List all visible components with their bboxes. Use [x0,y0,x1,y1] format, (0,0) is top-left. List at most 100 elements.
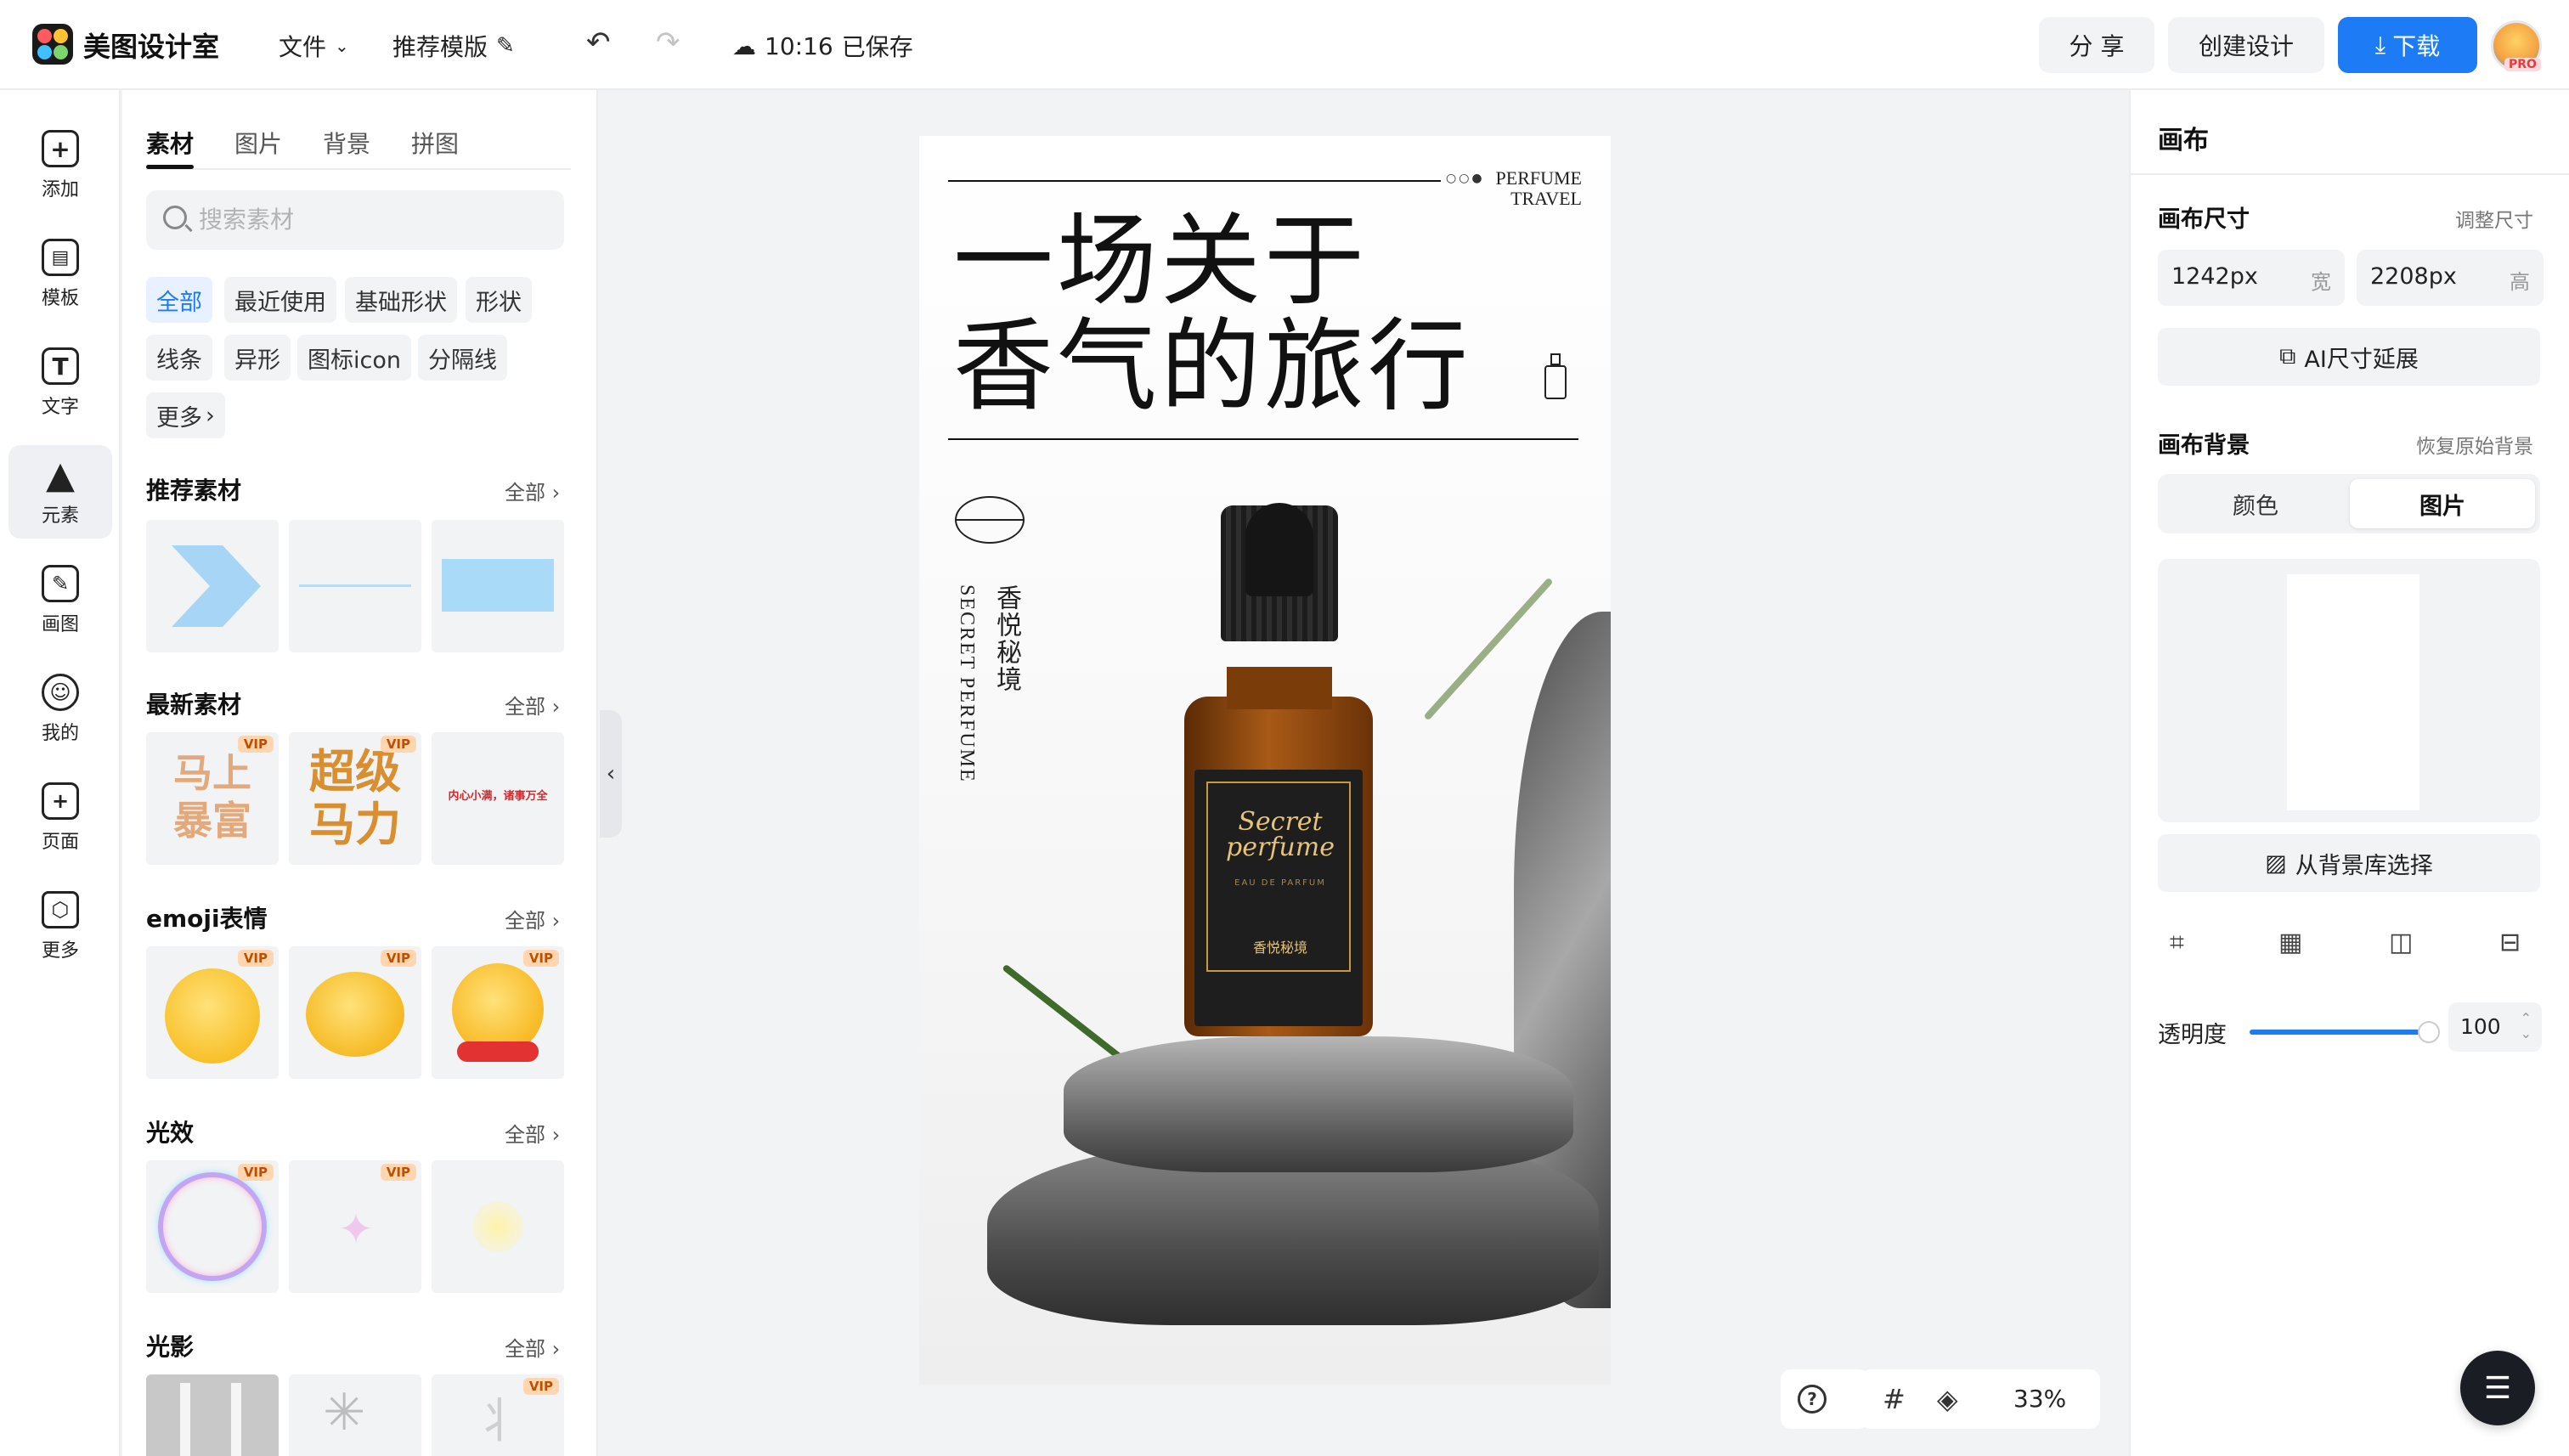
flip-horizontal-icon[interactable]: ◫ [2389,928,2413,957]
search-input[interactable] [199,202,539,236]
nav-item-elements[interactable]: ▲ 元素 [8,445,112,539]
section-all-link[interactable]: 全部 › [505,690,560,720]
collapse-panel-button[interactable]: ‹ [600,710,622,838]
bg-preview[interactable] [2158,559,2540,822]
edit-icon: ✎ [496,33,515,59]
width-field[interactable]: 1242px 宽 [2158,250,2345,306]
search-box[interactable] [146,190,564,250]
user-icon: ☺ [42,674,79,711]
download-button[interactable]: ⤓ 下载 [2338,17,2477,73]
material-thumb[interactable]: ⺦ VIP [432,1374,564,1456]
share-button[interactable]: 分 享 [2039,17,2154,73]
undo-icon[interactable]: ↶ [586,25,611,59]
chip-icon[interactable]: 图标icon [297,335,411,381]
properties-panel: 画布 画布尺寸 调整尺寸 1242px 宽 2208px 高 ⧉ AI尺寸延展 … [2129,90,2569,1456]
section-title-light-shadow: 光影 [146,1333,195,1361]
material-thumb[interactable] [146,1374,279,1456]
rectangle-shape-icon [442,559,554,612]
material-thumb[interactable]: ✳ [289,1374,421,1456]
material-thumb[interactable]: VIP [432,946,564,1079]
file-menu[interactable]: 文件 ⌄ [279,29,349,63]
grid-icon[interactable]: # [1883,1383,1906,1415]
material-thumb[interactable] [289,520,421,652]
nav-item-template[interactable]: ▤ 模板 [8,228,112,321]
material-thumb[interactable]: 内心小满，诸事万全 [432,732,564,865]
app-logo-icon[interactable] [32,24,73,65]
zoom-level[interactable]: 33% [2013,1385,2066,1413]
section-all-link[interactable]: 全部 › [505,904,560,934]
tab-image[interactable]: 图片 [234,126,282,160]
material-thumb[interactable]: ✦ VIP [289,1160,421,1293]
height-field[interactable]: 2208px 高 [2357,250,2544,306]
section-title-recommended: 推荐素材 [146,477,242,505]
help-icon[interactable]: ? [1798,1385,1827,1414]
seg-image[interactable]: 图片 [2350,479,2535,528]
nav-label: 更多 [41,940,79,962]
dropper-bulb [1245,503,1313,596]
panel-tabs: 素材 图片 背景 拼图 [146,116,571,170]
section-all-link[interactable]: 全部 › [505,1332,560,1362]
layers-icon[interactable]: ◈ [1937,1383,1958,1415]
section-all-link[interactable]: 全部 › [505,1118,560,1148]
crop-icon[interactable]: ⌗ [2170,928,2184,957]
vip-badge: VIP [237,950,274,967]
recommend-template-button[interactable]: 推荐模版 ✎ [392,29,515,63]
material-thumb[interactable]: VIP [289,946,421,1079]
tab-material[interactable]: 素材 [146,126,194,160]
chevron-left-icon: ‹ [606,761,616,787]
window-shadow-icon [231,1383,241,1456]
flip-vertical-icon[interactable]: ⊟ [2499,928,2521,957]
opacity-slider-handle[interactable] [2418,1021,2440,1043]
redo-icon[interactable]: ↷ [656,25,680,59]
section-all-link[interactable]: 全部 › [505,476,560,505]
nav-item-more[interactable]: ⬡ 更多 [8,880,112,973]
chip-basic-shape[interactable]: 基础形状 [345,277,457,323]
nav-item-add[interactable]: + 添加 [8,119,112,212]
width-value: 1242px [2171,263,2258,290]
nav-item-page[interactable]: + 页面 [8,771,112,865]
chip-all[interactable]: 全部 [146,277,212,323]
ring-light-icon [158,1172,267,1281]
opacity-input[interactable]: 100 ⌃ ⌄ [2448,1002,2542,1052]
material-thumb[interactable] [432,520,564,652]
emoji-hat-icon [165,968,260,1064]
nav-item-mine[interactable]: ☺ 我的 [8,663,112,756]
bg-library-button[interactable]: ▨ 从背景库选择 [2158,834,2540,892]
chip-line[interactable]: 线条 [146,335,212,381]
bg-type-segment: 颜色 图片 [2158,474,2540,533]
nav-item-text[interactable]: T 文字 [8,336,112,430]
download-icon: ⤓ [2374,31,2386,59]
nav-item-draw[interactable]: ✎ 画图 [8,554,112,647]
tab-collage[interactable]: 拼图 [411,126,459,160]
material-thumb[interactable]: VIP [146,946,279,1079]
material-thumb[interactable] [432,1160,564,1293]
all-label: 全部 [505,695,545,719]
resize-link[interactable]: 调整尺寸 [2455,204,2533,233]
create-design-button[interactable]: 创建设计 [2168,17,2324,73]
tab-background[interactable]: 背景 [323,126,370,160]
restore-bg-link[interactable]: 恢复原始背景 [2416,430,2533,459]
material-thumb[interactable] [146,520,279,652]
assistant-fab[interactable]: ☰ [2460,1351,2535,1425]
stepper-icon[interactable]: ⌃ ⌄ [2521,1011,2532,1041]
chip-divider[interactable]: 分隔线 [418,335,507,381]
material-thumb[interactable]: VIP [146,1160,279,1293]
material-thumb[interactable]: 马上暴富 VIP [146,732,279,865]
ai-extend-button[interactable]: ⧉ AI尺寸延展 [2158,328,2540,386]
mosaic-icon[interactable]: ▦ [2278,928,2302,957]
design-canvas[interactable]: ○○● PERFUME TRAVEL 一场关于 香气的旅行 香悦秘境 SECRE… [919,136,1611,1385]
sticker-text: 内心小满，诸事万全 [448,790,548,803]
palm-shadow-icon: ✳ [323,1383,366,1442]
chip-shape[interactable]: 形状 [466,277,532,323]
chip-irregular[interactable]: 异形 [224,335,291,381]
height-unit: 高 [2510,270,2530,294]
chip-more[interactable]: 更多 › [146,392,225,438]
cube-icon: ⬡ [42,891,79,928]
app-name[interactable]: 美图设计室 [83,25,219,65]
seg-color[interactable]: 颜色 [2163,479,2348,528]
line-shape-icon [299,584,411,587]
chip-recent[interactable]: 最近使用 [224,277,336,323]
material-thumb[interactable]: 超级马力 VIP [289,732,421,865]
opacity-slider[interactable] [2250,1030,2426,1035]
window-shadow-icon [180,1383,190,1456]
